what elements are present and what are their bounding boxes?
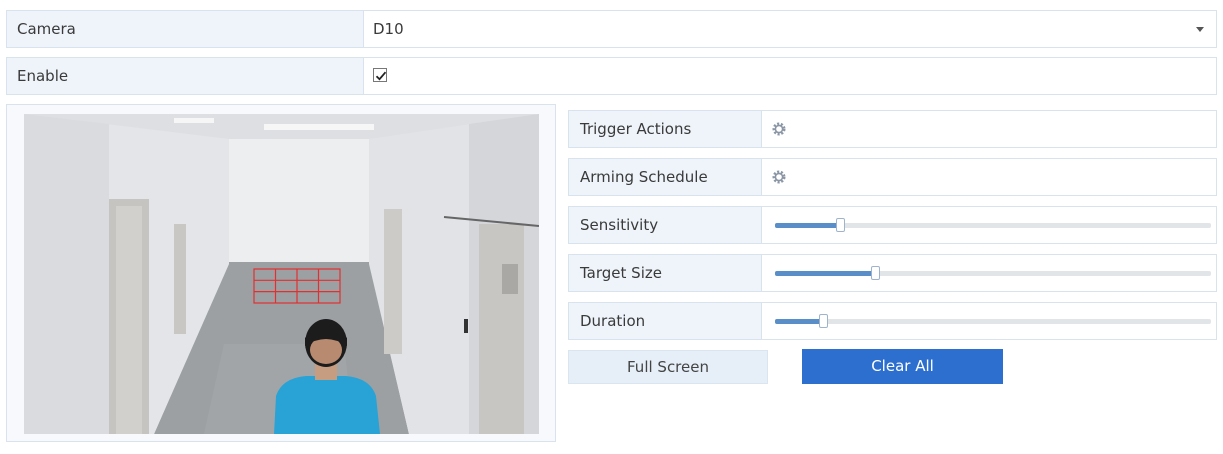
arming-schedule-label: Arming Schedule [569, 159, 762, 195]
duration-label: Duration [569, 303, 762, 339]
target-size-slider[interactable] [775, 266, 1211, 280]
enable-row: Enable [6, 57, 1217, 95]
target-size-slider-handle[interactable] [871, 266, 881, 280]
gear-icon[interactable] [771, 121, 787, 141]
chevron-down-icon[interactable] [1196, 27, 1204, 32]
sensitivity-slider[interactable] [775, 218, 1211, 232]
gear-icon[interactable] [771, 169, 787, 189]
duration-slider-fill [775, 319, 823, 324]
duration-row: Duration [568, 302, 1217, 340]
hallway-image [24, 114, 539, 434]
checkmark-icon [375, 71, 387, 81]
enable-checkbox[interactable] [373, 68, 387, 82]
sensitivity-slider-fill [775, 223, 841, 228]
camera-select[interactable]: D10 [373, 11, 1193, 47]
sensitivity-slider-handle[interactable] [836, 218, 846, 232]
target-size-label: Target Size [569, 255, 762, 291]
trigger-actions-row: Trigger Actions [568, 110, 1217, 148]
full-screen-button[interactable]: Full Screen [568, 350, 768, 384]
camera-preview[interactable] [24, 114, 539, 434]
trigger-actions-label: Trigger Actions [569, 111, 762, 147]
motion-detection-settings: Camera D10 Enable Trigger Actions Arming… [0, 0, 1223, 454]
sensitivity-label: Sensitivity [569, 207, 762, 243]
camera-label: Camera [7, 11, 364, 47]
duration-slider[interactable] [775, 314, 1211, 328]
duration-slider-handle[interactable] [818, 314, 828, 328]
target-size-row: Target Size [568, 254, 1217, 292]
sensitivity-row: Sensitivity [568, 206, 1217, 244]
target-size-slider-fill [775, 271, 876, 276]
camera-row: Camera D10 [6, 10, 1217, 48]
arming-schedule-row: Arming Schedule [568, 158, 1217, 196]
clear-all-button[interactable]: Clear All [802, 349, 1003, 384]
enable-label: Enable [7, 58, 364, 94]
